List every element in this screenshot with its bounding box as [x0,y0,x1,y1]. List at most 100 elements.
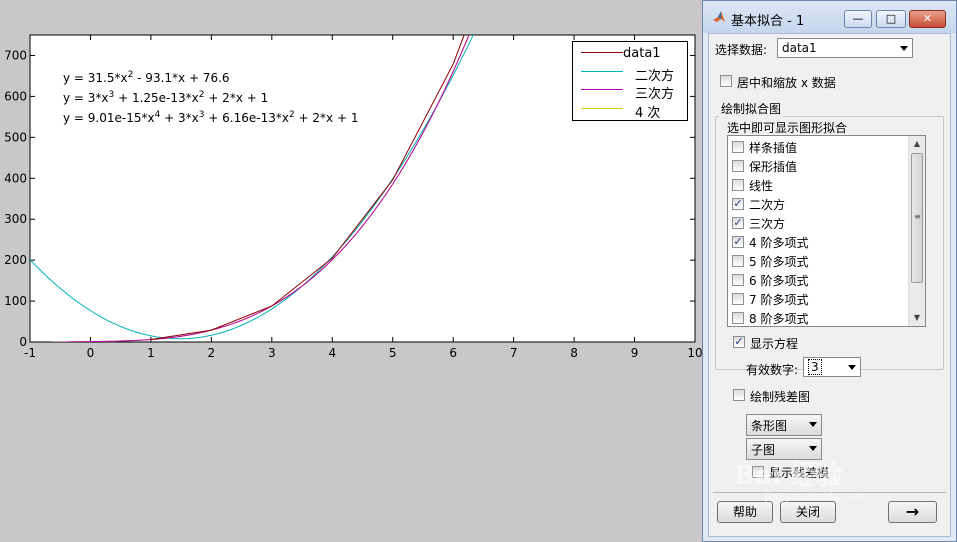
legend-label: 4 次 [635,106,661,121]
list-instruction: 选中即可显示图形拟合 [727,121,848,135]
fit-item[interactable]: 6 阶多项式 [728,270,908,289]
chevron-down-icon [809,446,817,451]
x-tick-label: 10 [687,346,702,360]
y-tick-label: 100 [4,294,27,308]
select-data-label: 选择数据: [715,43,768,57]
sig-digits-label: 有效数字: [746,363,799,377]
fit-label: 保形插值 [749,160,798,174]
fit-type-list[interactable]: 样条插值保形插值线性 ✓ 二次方 ✓ 三次方 ✓ 4 阶多项式 5 阶多项式 6 阶多项式 7 阶… [727,135,926,327]
scroll-down-icon[interactable]: ▼ [909,310,925,326]
close-window-button[interactable]: ✕ [909,10,946,28]
x-tick-label: 8 [570,346,578,360]
show-norm-label: 显示残差模 [769,466,830,480]
dialog-content: 选择数据: data1 居中和缩放 x 数据 绘制拟合图 选中即可显示图形拟合 … [708,33,951,537]
residual-location-dropdown[interactable]: 子图 [746,438,822,460]
x-tick-label: 5 [389,346,397,360]
x-tick-label: 6 [449,346,457,360]
equation-cubic: y = 3*x3 + 1.25e-13*x2 + 2*x + 1 [63,90,269,105]
legend-swatch [581,52,623,53]
fit-checkbox[interactable]: ✓ [732,236,744,248]
show-norm-checkbox[interactable] [752,466,764,478]
fit-item[interactable]: 8 阶多项式 [728,308,908,326]
fit-item[interactable]: 线性 [728,175,908,194]
plot-residuals-checkbox[interactable] [733,389,745,401]
select-data-dropdown[interactable]: data1 [777,38,913,58]
y-tick-label: 300 [4,212,27,226]
residual-type-value: 条形图 [751,419,788,433]
x-tick-label: 1 [147,346,155,360]
scroll-up-icon[interactable]: ▲ [909,136,925,152]
fit-checkbox[interactable] [732,312,744,324]
minimize-button[interactable]: — [844,10,872,28]
maximize-button[interactable]: □ [876,10,906,28]
residual-type-dropdown[interactable]: 条形图 [746,414,822,436]
fit-item[interactable]: 7 阶多项式 [728,289,908,308]
center-scale-label: 居中和缩放 x 数据 [737,76,836,90]
equation-quadratic: y = 31.5*x2 - 93.1*x + 76.6 [63,70,230,85]
chevron-down-icon [900,46,908,51]
title-bar[interactable]: 基本拟合 - 1 — □ ✕ [703,1,956,33]
y-tick-label: 400 [4,171,27,185]
show-equations-label: 显示方程 [750,337,799,351]
close-button[interactable]: 关闭 [780,501,836,523]
fit-checkbox[interactable] [732,255,744,267]
y-tick-label: 700 [4,48,27,62]
equation-quartic: y = 9.01e-15*x4 + 3*x3 + 6.16e-13*x2 + 2… [63,110,359,125]
fit-checkbox[interactable]: ✓ [732,217,744,229]
chevron-down-icon [848,365,856,370]
matlab-logo-icon [713,11,725,22]
fit-item[interactable]: ✓ 三次方 [728,213,908,232]
x-tick-label: 0 [87,346,95,360]
x-tick-label: 4 [328,346,336,360]
fit-label: 5 阶多项式 [749,255,809,269]
fit-item[interactable]: 样条插值 [728,137,908,156]
legend-item-data1: data1 [573,44,689,62]
fit-item[interactable]: ✓ 二次方 [728,194,908,213]
fit-checkbox[interactable] [732,274,744,286]
grip-icon: ≡ [914,212,921,221]
fit-checkbox[interactable] [732,179,744,191]
chevron-down-icon [809,422,817,427]
legend-swatch [581,108,623,109]
residual-location-value: 子图 [751,443,776,457]
x-tick-label: 9 [631,346,639,360]
help-button[interactable]: 帮助 [717,501,773,523]
fit-item[interactable]: 5 阶多项式 [728,251,908,270]
fit-label: 线性 [749,179,774,193]
y-tick-label: 500 [4,130,27,144]
next-arrow-button[interactable]: → [888,501,937,523]
x-tick-label: 7 [510,346,518,360]
plot-fits-label: 绘制拟合图 [719,100,784,117]
basic-fitting-dialog: 基本拟合 - 1 — □ ✕ 选择数据: data1 居中和缩放 x 数据 绘制… [702,0,957,542]
scroll-thumb[interactable]: ≡ [911,153,923,283]
select-data-value: data1 [782,41,817,55]
chart-legend[interactable]: data1 二次方 三次方 4 次 [572,41,688,121]
list-scrollbar[interactable]: ▲ ≡ ▼ [908,136,925,326]
sig-digits-dropdown[interactable]: 3 [803,357,861,377]
fit-label: 样条插值 [749,141,798,155]
y-tick-label: 600 [4,89,27,103]
legend-label: data1 [623,46,661,61]
show-equations-checkbox[interactable]: ✓ [733,336,745,348]
legend-item-quadratic: 二次方 [573,63,689,84]
fit-checkbox[interactable]: ✓ [732,198,744,210]
x-tick-label: 2 [208,346,216,360]
y-tick-label: 0 [19,335,27,349]
fit-label: 二次方 [749,198,786,212]
legend-item-quartic: 4 次 [573,100,689,121]
legend-swatch [581,89,623,90]
fit-label: 6 阶多项式 [749,274,809,288]
fit-label: 7 阶多项式 [749,293,809,307]
fit-checkbox[interactable] [732,293,744,305]
fit-item[interactable]: 保形插值 [728,156,908,175]
divider [713,492,946,493]
dialog-title: 基本拟合 - 1 [731,14,805,29]
fit-checkbox[interactable] [732,160,744,172]
sig-digits-value: 3 [808,359,822,375]
fit-item[interactable]: ✓ 4 阶多项式 [728,232,908,251]
legend-swatch [581,71,623,72]
legend-item-cubic: 三次方 [573,81,689,102]
fit-checkbox[interactable] [732,141,744,153]
y-tick-label: 200 [4,253,27,267]
center-scale-checkbox[interactable] [720,75,732,87]
